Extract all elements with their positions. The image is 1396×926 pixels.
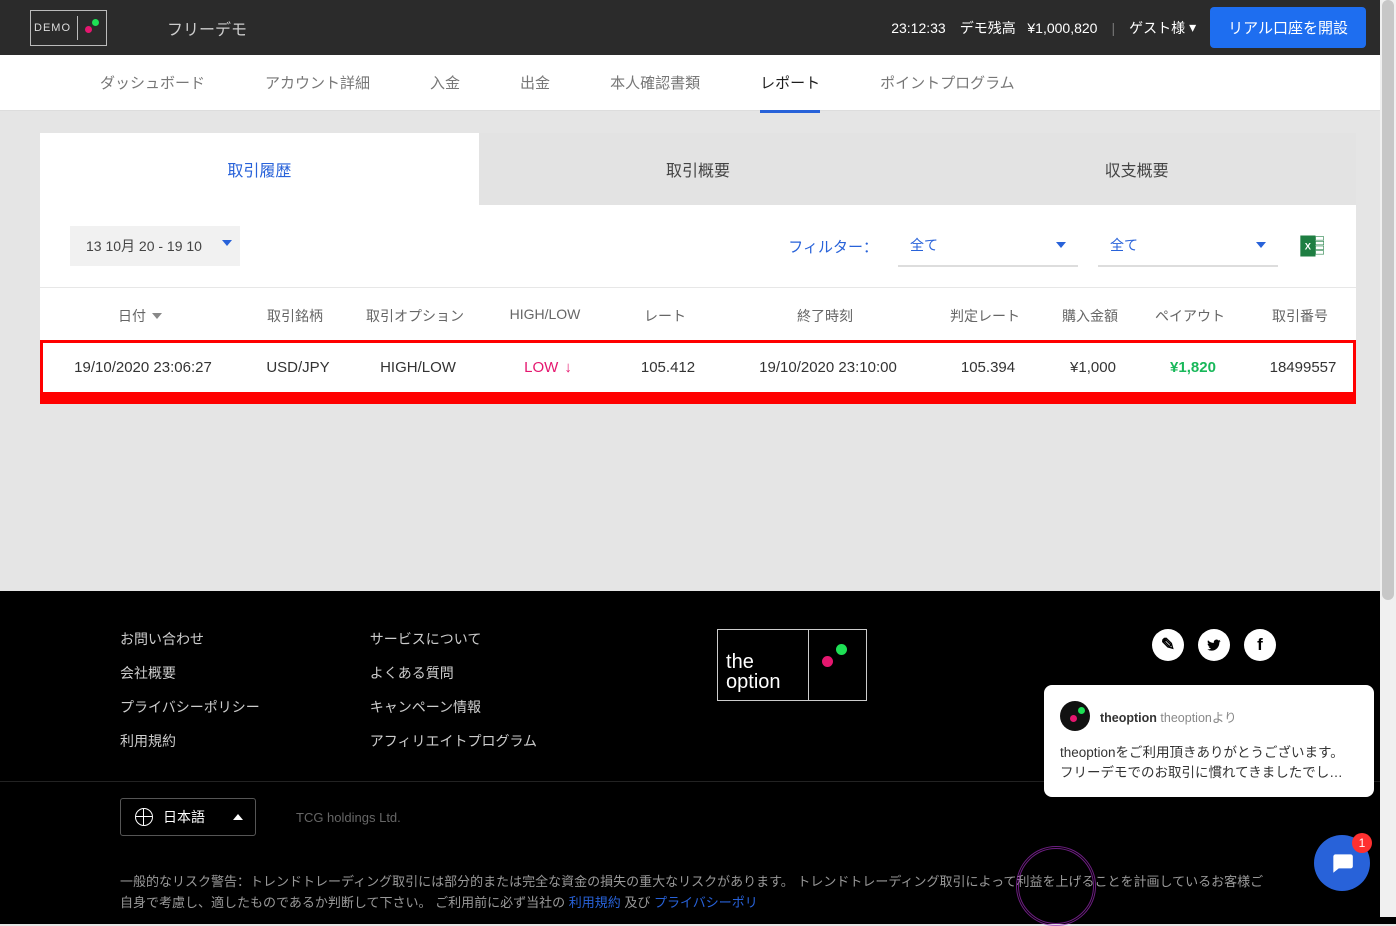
cell-option: HIGH/LOW — [353, 359, 483, 376]
user-menu[interactable]: ゲスト様 ▾ — [1129, 18, 1196, 38]
footer-link-affiliate[interactable]: アフィリエイトプログラム — [370, 731, 537, 751]
filter-option-select[interactable]: 全て — [1098, 225, 1278, 267]
social-facebook-icon[interactable]: f — [1244, 629, 1276, 661]
open-real-account-button[interactable]: リアル口座を開設 — [1210, 7, 1366, 48]
th-stake: 購入金額 — [1040, 306, 1140, 326]
main-nav: ダッシュボード アカウント詳細 入金 出金 本人確認書類 レポート ポイントプロ… — [0, 55, 1396, 111]
globe-icon — [135, 808, 153, 826]
th-txid: 取引番号 — [1240, 306, 1360, 326]
cell-asset: USD/JPY — [243, 359, 353, 376]
risk-link-terms[interactable]: 利用規約 — [569, 895, 621, 910]
cell-position: LOW ↓ — [483, 359, 613, 376]
cell-payout: ¥1,820 — [1143, 359, 1243, 376]
report-page: 取引履歴 取引概要 収支概要 13 10月 20 - 19 10 フィルター： … — [0, 111, 1396, 591]
brand-dot-green-icon — [836, 644, 847, 655]
nav-report[interactable]: レポート — [760, 54, 820, 111]
report-tabs: 取引履歴 取引概要 収支概要 — [40, 133, 1356, 205]
chevron-down-icon: ▾ — [1189, 19, 1196, 36]
export-excel-button[interactable]: X — [1298, 232, 1326, 260]
th-expiry: 終了時刻 — [720, 306, 930, 326]
footer-link-campaign[interactable]: キャンペーン情報 — [370, 697, 537, 717]
chevron-down-icon — [1256, 242, 1266, 248]
brand-logo[interactable]: DEMO — [30, 10, 107, 46]
th-payout: ペイアウト — [1140, 306, 1240, 326]
language-value: 日本語 — [163, 807, 205, 827]
scrollbar-thumb[interactable] — [1382, 0, 1394, 600]
filter-asset-select[interactable]: 全て — [898, 225, 1078, 267]
footer-link-company[interactable]: 会社概要 — [120, 663, 260, 683]
tab-trade-history[interactable]: 取引履歴 — [40, 133, 479, 205]
tab-balance-summary[interactable]: 収支概要 — [917, 133, 1356, 205]
footer-link-terms[interactable]: 利用規約 — [120, 731, 260, 751]
chat-toast[interactable]: theoption theoptionより theoptionをご利用頂きありが… — [1044, 685, 1374, 797]
brand-dot-pink-icon — [822, 656, 833, 667]
svg-text:X: X — [1305, 242, 1312, 252]
chevron-down-icon — [1056, 242, 1066, 248]
filter-option-value: 全て — [1110, 235, 1138, 255]
nav-account-details[interactable]: アカウント詳細 — [265, 54, 370, 111]
chat-message-line2: フリーデモでのお取引に慣れてきましたでし… — [1060, 761, 1358, 781]
chevron-down-icon — [222, 240, 232, 246]
brand-dots-icon — [77, 16, 101, 40]
filter-label: フィルター： — [788, 236, 878, 257]
footer-link-faq[interactable]: よくある質問 — [370, 663, 537, 683]
table-row[interactable]: 19/10/2020 23:06:27 USD/JPY HIGH/LOW LOW… — [40, 340, 1356, 404]
th-asset: 取引銘柄 — [240, 306, 350, 326]
th-close-rate: 判定レート — [930, 306, 1040, 326]
page-mode-title: フリーデモ — [167, 16, 247, 40]
regulator-seal-icon — [1016, 846, 1096, 926]
chat-from: theoption theoptionより — [1100, 707, 1237, 726]
cell-expiry: 19/10/2020 23:10:00 — [723, 359, 933, 376]
table-header-row: 日付 取引銘柄 取引オプション HIGH/LOW レート 終了時刻 判定レート … — [40, 287, 1356, 340]
nav-kyc[interactable]: 本人確認書類 — [610, 54, 700, 111]
nav-points[interactable]: ポイントプログラム — [880, 54, 1015, 111]
header-clock: 23:12:33 — [891, 20, 946, 36]
sort-desc-icon — [152, 313, 162, 319]
chat-icon — [1329, 850, 1355, 876]
social-blog-icon[interactable]: ✎ — [1152, 629, 1184, 661]
filter-asset-value: 全て — [910, 235, 938, 255]
language-select[interactable]: 日本語 — [120, 798, 256, 836]
chat-unread-badge: 1 — [1352, 833, 1372, 853]
date-range-picker[interactable]: 13 10月 20 - 19 10 — [70, 226, 240, 266]
cell-rate: 105.412 — [613, 359, 723, 376]
balance-label: デモ残高 — [960, 20, 1016, 36]
social-twitter-icon[interactable] — [1198, 629, 1230, 661]
cell-txid: 18499557 — [1243, 359, 1363, 376]
user-menu-label: ゲスト様 — [1129, 18, 1185, 38]
nav-dashboard[interactable]: ダッシュボード — [100, 54, 205, 111]
cell-date: 19/10/2020 23:06:27 — [43, 359, 243, 376]
trade-history-table: 日付 取引銘柄 取引オプション HIGH/LOW レート 終了時刻 判定レート … — [40, 287, 1356, 404]
th-date[interactable]: 日付 — [40, 306, 240, 326]
footer-link-about[interactable]: サービスについて — [370, 629, 537, 649]
filters-panel: 13 10月 20 - 19 10 フィルター： 全て 全て X — [40, 205, 1356, 287]
footer-company-name: TCG holdings Ltd. — [296, 810, 401, 825]
cell-close-rate: 105.394 — [933, 359, 1043, 376]
date-range-value: 13 10月 20 - 19 10 — [86, 238, 202, 254]
chat-launcher-button[interactable]: 1 — [1314, 835, 1370, 891]
th-highlow: HIGH/LOW — [480, 306, 610, 326]
header-divider: | — [1111, 20, 1115, 36]
nav-withdraw[interactable]: 出金 — [520, 54, 550, 111]
footer-brand-logo: the option — [717, 629, 867, 701]
risk-disclaimer: 一般的なリスク警告：トレンドトレーディング取引には部分的または完全な資金の損失の… — [0, 852, 1396, 924]
app-header: DEMO フリーデモ 23:12:33 デモ残高 ¥1,000,820 | ゲス… — [0, 0, 1396, 55]
th-option: 取引オプション — [350, 306, 480, 326]
risk-link-privacy[interactable]: プライバシーポリ — [654, 895, 758, 910]
th-rate: レート — [610, 306, 720, 326]
brand-mark-text: DEMO — [34, 22, 71, 34]
footer-link-privacy[interactable]: プライバシーポリシー — [120, 697, 260, 717]
chat-avatar-icon — [1060, 701, 1090, 731]
chat-message-line1: theoptionをご利用頂きありがとうございます。 — [1060, 741, 1358, 761]
window-scrollbar[interactable] — [1380, 0, 1396, 917]
excel-icon: X — [1298, 232, 1326, 260]
arrow-down-icon: ↓ — [564, 359, 572, 376]
tab-trade-summary[interactable]: 取引概要 — [479, 133, 918, 205]
nav-deposit[interactable]: 入金 — [430, 54, 460, 111]
chevron-up-icon — [233, 814, 243, 820]
footer-link-contact[interactable]: お問い合わせ — [120, 629, 260, 649]
balance-value: ¥1,000,820 — [1027, 20, 1097, 36]
cell-stake: ¥1,000 — [1043, 359, 1143, 376]
